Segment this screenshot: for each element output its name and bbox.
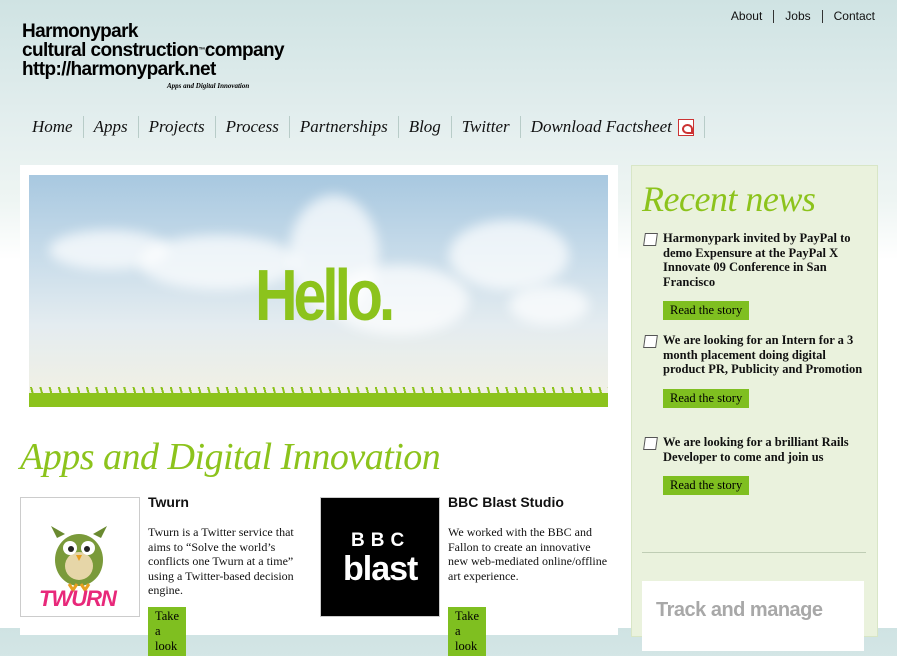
twurn-logo-text: TWURN	[39, 586, 117, 611]
note-icon	[643, 233, 658, 246]
recent-news-sidebar: Recent news Harmonypark invited by PayPa…	[631, 165, 878, 651]
nav-blog[interactable]: Blog	[399, 116, 452, 138]
logo-line-2: cultural construction™company	[22, 40, 285, 61]
jobs-link[interactable]: Jobs	[773, 10, 821, 23]
site-logo[interactable]: Harmonypark cultural construction™compan…	[22, 21, 285, 90]
main-nav: Home Apps Projects Process Partnerships …	[22, 116, 705, 138]
read-the-story-button[interactable]: Read the story	[663, 476, 750, 495]
app-title: Twurn	[148, 494, 189, 510]
recent-news-title: Recent news	[642, 179, 816, 219]
news-item: Harmonypark invited by PayPal to demo Ex…	[643, 231, 869, 320]
nav-home[interactable]: Home	[22, 116, 84, 138]
nav-download-factsheet-label: Download Factsheet	[530, 117, 672, 136]
nav-twitter[interactable]: Twitter	[452, 116, 521, 138]
bbc-logo-text: BBC	[351, 530, 411, 551]
note-icon	[643, 437, 658, 450]
news-item: We are looking for an Intern for a 3 mon…	[643, 333, 869, 408]
hero-hello-text: Hello.	[255, 256, 395, 336]
app-description: Twurn is a Twitter service that aims to …	[148, 525, 294, 597]
note-icon	[643, 335, 658, 348]
logo-tagline: Apps and Digital Innovation	[167, 82, 250, 90]
logo-line-1: Harmonypark	[22, 21, 138, 42]
take-a-look-button[interactable]: Take a look	[148, 607, 187, 656]
grass-decoration	[29, 387, 608, 407]
nav-partnerships[interactable]: Partnerships	[290, 116, 399, 138]
sidebar-divider	[642, 552, 866, 553]
nav-projects[interactable]: Projects	[139, 116, 216, 138]
top-links: About Jobs Contact	[720, 10, 875, 23]
read-the-story-button[interactable]: Read the story	[663, 301, 750, 320]
promo-text: Track and manage	[656, 599, 823, 621]
hero-banner: Hello.	[29, 175, 608, 407]
pdf-icon	[677, 118, 694, 136]
take-a-look-button[interactable]: Take a look	[448, 607, 487, 656]
main-content: Hello. Apps and Digital Innovation TWURN…	[20, 165, 618, 656]
news-text[interactable]: Harmonypark invited by PayPal to demo Ex…	[663, 231, 869, 289]
read-the-story-button[interactable]: Read the story	[663, 388, 750, 408]
nav-apps[interactable]: Apps	[84, 116, 139, 138]
news-text[interactable]: We are looking for an Intern for a 3 mon…	[663, 333, 869, 377]
about-link[interactable]: About	[720, 10, 773, 23]
app-description: We worked with the BBC and Fallon to cre…	[448, 525, 608, 583]
news-text[interactable]: We are looking for a brilliant Rails Dev…	[663, 435, 869, 464]
nav-process[interactable]: Process	[216, 116, 290, 138]
twurn-thumbnail[interactable]: TWURN	[20, 497, 140, 617]
section-title: Apps and Digital Innovation	[20, 436, 441, 478]
news-item: We are looking for a brilliant Rails Dev…	[643, 435, 869, 495]
contact-link[interactable]: Contact	[821, 10, 875, 23]
bbc-blast-thumbnail[interactable]: BBC blast	[320, 497, 440, 617]
nav-download-factsheet[interactable]: Download Factsheet	[521, 116, 705, 138]
app-title: BBC Blast Studio	[448, 494, 564, 510]
promo-box[interactable]: Track and manage	[642, 581, 864, 651]
blast-logo-text: blast	[343, 550, 418, 588]
